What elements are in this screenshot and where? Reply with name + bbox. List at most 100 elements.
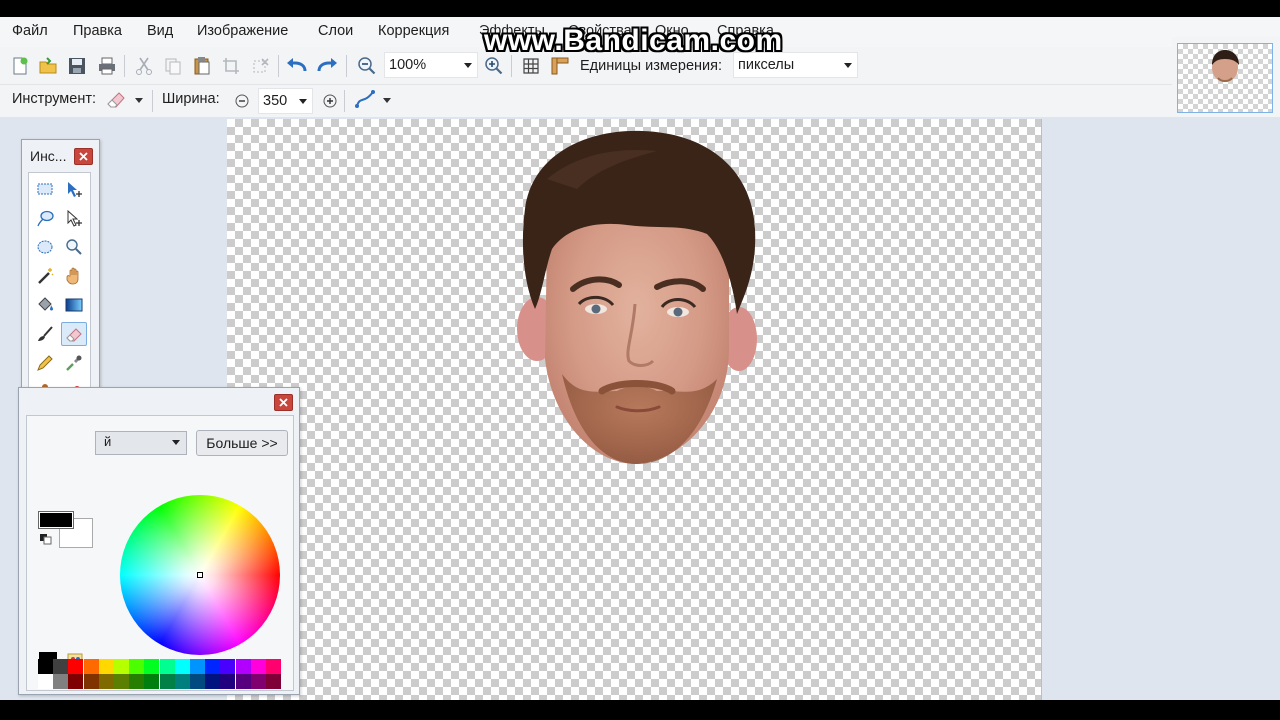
grid-icon[interactable] xyxy=(520,55,542,77)
rectangle-select-icon[interactable] xyxy=(32,177,58,201)
palette-swatch[interactable] xyxy=(144,659,160,674)
eraser-icon[interactable] xyxy=(105,88,127,110)
paint-bucket-icon[interactable] xyxy=(32,293,58,317)
magic-wand-icon[interactable] xyxy=(32,264,58,288)
chevron-down-icon[interactable] xyxy=(383,98,391,103)
swap-colors-icon[interactable] xyxy=(39,532,53,548)
brush-width-select[interactable]: 350 xyxy=(258,88,313,114)
zoom-in-icon[interactable] xyxy=(483,55,505,77)
palette-swatch[interactable] xyxy=(205,674,221,689)
copy-icon[interactable] xyxy=(162,55,184,77)
eraser-tool-icon[interactable] xyxy=(61,322,87,346)
new-file-icon[interactable] xyxy=(9,55,31,77)
palette-swatch[interactable] xyxy=(250,659,266,674)
color-mode-value: й xyxy=(104,434,112,449)
gradient-icon[interactable] xyxy=(61,293,87,317)
palette-swatch[interactable] xyxy=(159,674,175,689)
zoom-tool-icon[interactable] xyxy=(61,235,87,259)
chevron-down-icon xyxy=(464,63,472,68)
close-icon[interactable] xyxy=(274,394,293,411)
palette-swatch[interactable] xyxy=(114,659,129,674)
decrease-width-icon[interactable] xyxy=(231,90,253,112)
antialiasing-icon[interactable] xyxy=(354,88,376,110)
menu-adjustments[interactable]: Коррекция xyxy=(378,23,449,39)
menu-layers[interactable]: Слои xyxy=(318,23,353,39)
crop-to-selection-icon[interactable] xyxy=(220,55,242,77)
rulers-icon[interactable] xyxy=(549,55,571,77)
palette-swatch[interactable] xyxy=(205,659,221,674)
more-button[interactable]: Больше >> xyxy=(196,430,288,456)
palette-swatch[interactable] xyxy=(38,674,53,689)
image-tabs xyxy=(1172,37,1280,117)
zoom-out-icon[interactable] xyxy=(356,55,378,77)
palette-swatch[interactable] xyxy=(114,674,129,689)
save-icon[interactable] xyxy=(66,55,88,77)
toolbar-separator xyxy=(278,55,279,77)
palette-swatch[interactable] xyxy=(38,659,53,674)
zoom-select[interactable]: 100% xyxy=(384,52,478,78)
paste-icon[interactable] xyxy=(191,55,213,77)
increase-width-icon[interactable] xyxy=(319,90,341,112)
palette-swatch[interactable] xyxy=(98,674,114,689)
paintbrush-icon[interactable] xyxy=(32,322,58,346)
palette-swatch[interactable] xyxy=(144,674,160,689)
menu-image[interactable]: Изображение xyxy=(197,23,288,39)
palette-swatch[interactable] xyxy=(53,674,69,689)
colors-window[interactable]: й Больше >> xyxy=(18,387,300,695)
ellipse-select-icon[interactable] xyxy=(32,235,58,259)
brush-width-value: 350 xyxy=(263,93,288,109)
palette-swatch[interactable] xyxy=(220,659,236,674)
palette-swatch[interactable] xyxy=(250,674,266,689)
color-picker-icon[interactable] xyxy=(61,351,87,375)
palette-swatch[interactable] xyxy=(220,674,236,689)
toolbar-separator xyxy=(511,55,512,77)
palette-swatch[interactable] xyxy=(159,659,175,674)
palette-swatch[interactable] xyxy=(266,674,281,689)
bandicam-watermark: www.Bandicam.com xyxy=(484,24,783,57)
menu-view[interactable]: Вид xyxy=(147,23,173,39)
image-thumbnail[interactable] xyxy=(1177,43,1273,113)
lasso-select-icon[interactable] xyxy=(32,206,58,230)
color-wheel-marker[interactable] xyxy=(197,572,203,578)
units-value: пикселы xyxy=(738,57,795,73)
colors-panel: й Больше >> xyxy=(26,415,294,691)
toolbar-separator xyxy=(124,55,125,77)
toolbar-separator xyxy=(152,90,153,112)
primary-color-swatch[interactable] xyxy=(38,511,74,529)
open-file-icon[interactable] xyxy=(37,55,59,77)
palette-swatch[interactable] xyxy=(266,659,281,674)
cut-icon[interactable] xyxy=(133,55,155,77)
move-selected-pixels-icon[interactable] xyxy=(61,177,87,201)
palette-swatch[interactable] xyxy=(190,674,205,689)
menu-edit[interactable]: Правка xyxy=(73,23,122,39)
deselect-icon[interactable] xyxy=(250,55,272,77)
color-mode-select[interactable]: й xyxy=(95,431,187,455)
chevron-down-icon[interactable] xyxy=(135,98,143,103)
close-icon[interactable] xyxy=(74,148,93,165)
pencil-icon[interactable] xyxy=(32,351,58,375)
undo-icon[interactable] xyxy=(286,55,308,77)
palette-swatch[interactable] xyxy=(98,659,114,674)
palette-swatch[interactable] xyxy=(174,674,190,689)
palette-swatch[interactable] xyxy=(235,674,251,689)
tool-label: Инструмент: xyxy=(12,91,97,107)
palette-swatch[interactable] xyxy=(129,674,145,689)
palette-swatch[interactable] xyxy=(68,659,84,674)
palette-swatch[interactable] xyxy=(83,659,99,674)
palette-swatch[interactable] xyxy=(174,659,190,674)
face-cutout-image xyxy=(517,130,757,464)
palette-swatch[interactable] xyxy=(68,674,84,689)
print-icon[interactable] xyxy=(96,55,118,77)
pan-hand-icon[interactable] xyxy=(61,264,87,288)
palette-swatch[interactable] xyxy=(235,659,251,674)
image-canvas[interactable] xyxy=(227,119,1041,700)
palette-swatch[interactable] xyxy=(83,674,99,689)
chevron-down-icon xyxy=(844,63,852,68)
menu-file[interactable]: Файл xyxy=(12,23,48,39)
palette-swatch[interactable] xyxy=(53,659,69,674)
redo-icon[interactable] xyxy=(316,55,338,77)
palette-swatch[interactable] xyxy=(129,659,145,674)
toolbar-separator xyxy=(344,90,345,112)
move-selection-icon[interactable] xyxy=(61,206,87,230)
palette-swatch[interactable] xyxy=(190,659,205,674)
